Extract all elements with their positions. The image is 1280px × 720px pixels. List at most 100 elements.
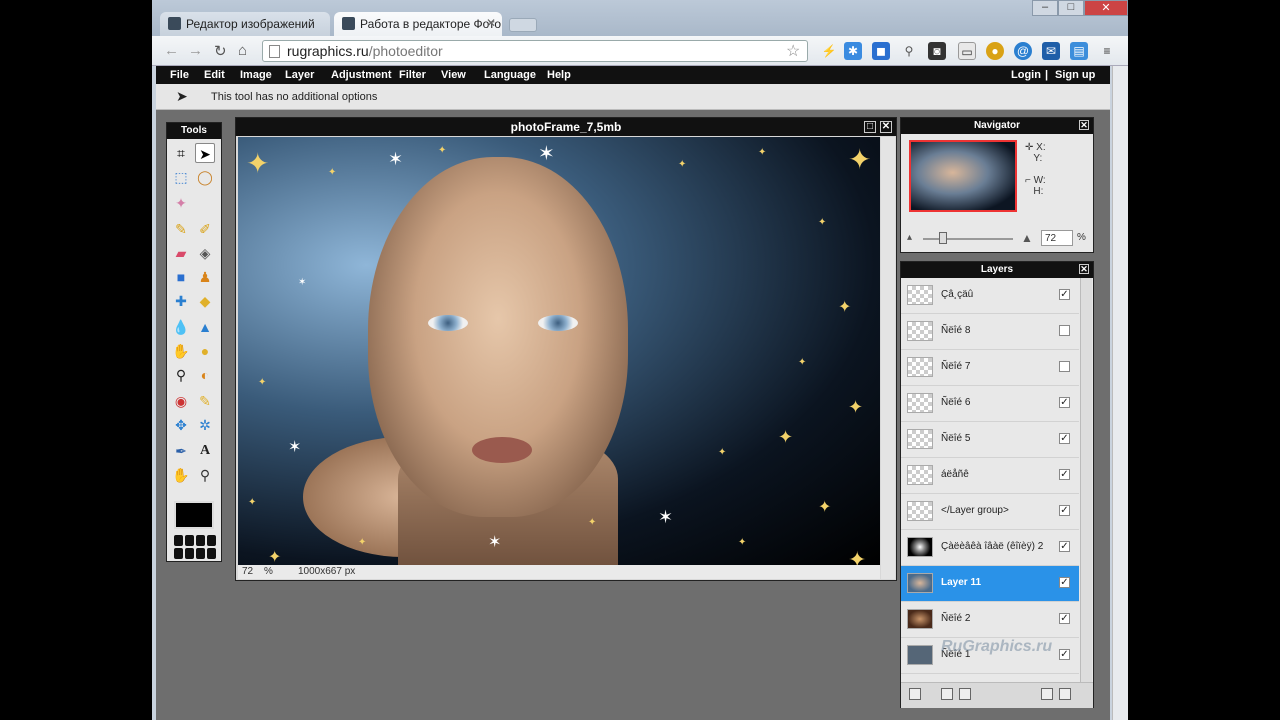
layer-settings-icon[interactable] bbox=[959, 688, 971, 700]
layer-visibility-checkbox[interactable]: ✓ bbox=[1059, 469, 1070, 480]
layer-mask-icon[interactable] bbox=[941, 688, 953, 700]
menu-view[interactable]: View bbox=[441, 69, 466, 81]
zoom-out-icon[interactable]: ▴ bbox=[907, 232, 912, 243]
marquee-tool-icon[interactable]: ⬚ bbox=[171, 167, 191, 187]
healing-tool-icon[interactable]: ✚ bbox=[171, 291, 191, 311]
menu-help[interactable]: Help bbox=[547, 69, 571, 81]
layer-row-active[interactable]: Layer 11 ✓ bbox=[901, 566, 1079, 602]
layer-row[interactable]: Ñëîé 7 bbox=[901, 350, 1079, 386]
dodge-tool-icon[interactable]: ⚲ bbox=[171, 365, 191, 385]
layer-visibility-checkbox[interactable]: ✓ bbox=[1059, 289, 1070, 300]
navigator-thumbnail[interactable] bbox=[909, 140, 1017, 212]
chart-extension-icon[interactable]: ▤ bbox=[1070, 42, 1088, 60]
red-eye-tool-icon[interactable]: ◉ bbox=[171, 391, 191, 411]
zoom-slider-knob[interactable] bbox=[939, 232, 947, 244]
brush-tool-icon[interactable]: ✐ bbox=[195, 219, 215, 239]
puzzle-extension-icon[interactable]: ✱ bbox=[844, 42, 862, 60]
address-bar[interactable]: rugraphics.ru/photoeditor bbox=[262, 40, 808, 62]
mail-extension-icon[interactable]: ✉ bbox=[1042, 42, 1060, 60]
new-tab-button[interactable] bbox=[509, 18, 537, 32]
search-icon[interactable]: ⚲ bbox=[900, 42, 918, 60]
pencil-tool-icon[interactable]: ✎ bbox=[171, 219, 191, 239]
sponge-tool-icon[interactable]: ● bbox=[195, 341, 215, 361]
lasso-tool-icon[interactable]: ◯ bbox=[195, 167, 215, 187]
layers-scrollbar[interactable] bbox=[1080, 278, 1092, 682]
replace-color-icon[interactable]: ◆ bbox=[195, 291, 215, 311]
blur-tool-icon[interactable]: 💧 bbox=[171, 317, 191, 337]
layer-row[interactable]: Çàëèâêà îâàë (êîïèÿ) 2 ✓ bbox=[901, 530, 1079, 566]
type-tool-icon[interactable]: A bbox=[195, 441, 215, 461]
layer-visibility-checkbox[interactable]: ✓ bbox=[1059, 649, 1070, 660]
zoom-in-icon[interactable]: ▲ bbox=[1021, 231, 1033, 245]
layer-row[interactable]: </Layer group> ✓ bbox=[901, 494, 1079, 530]
zoom-slider-track[interactable] bbox=[923, 238, 1013, 240]
close-window-button[interactable]: ✕ bbox=[1084, 0, 1128, 16]
layer-visibility-checkbox[interactable]: ✓ bbox=[1059, 505, 1070, 516]
stamp-tool-icon[interactable]: ♟ bbox=[195, 267, 215, 287]
close-tab-icon[interactable]: ✕ bbox=[486, 16, 496, 30]
pinch-tool-icon[interactable]: ✲ bbox=[195, 415, 215, 435]
burn-tool-icon[interactable]: ◐ bbox=[195, 365, 215, 385]
layer-visibility-checkbox[interactable] bbox=[1059, 361, 1070, 372]
zoom-input[interactable]: 72 bbox=[1041, 230, 1073, 246]
login-link[interactable]: Login bbox=[1011, 69, 1041, 81]
layer-visibility-checkbox[interactable]: ✓ bbox=[1059, 541, 1070, 552]
layer-row[interactable]: Ñëîé 8 bbox=[901, 314, 1079, 350]
layer-visibility-checkbox[interactable] bbox=[1059, 325, 1070, 336]
new-layer-icon[interactable] bbox=[1041, 688, 1053, 700]
layer-row[interactable]: áëåñê ✓ bbox=[901, 458, 1079, 494]
layer-visibility-checkbox[interactable]: ✓ bbox=[1059, 577, 1070, 588]
smudge-tool-icon[interactable]: ✋ bbox=[171, 341, 191, 361]
image-canvas[interactable]: ✦ ✦ ✶ ✦ ✶ ✦ ✦ ✦ ✦ ✦ ✦ ✦ ✦ ✦ ✦ ✶ ✦ ✦ ✦ ✶ bbox=[238, 137, 880, 565]
back-arrow-icon[interactable]: ← bbox=[164, 42, 179, 59]
signup-link[interactable]: Sign up bbox=[1055, 69, 1095, 81]
maximize-image-icon[interactable]: □ bbox=[864, 121, 876, 133]
layer-visibility-checkbox[interactable]: ✓ bbox=[1059, 397, 1070, 408]
menu-edit[interactable]: Edit bbox=[204, 69, 225, 81]
home-icon[interactable]: ⌂ bbox=[238, 42, 247, 59]
tab-image-editor[interactable]: Редактор изображений bbox=[160, 12, 330, 36]
layer-row[interactable]: Ñëîé 5 ✓ bbox=[901, 422, 1079, 458]
zoom-tool-icon[interactable]: ⚲ bbox=[195, 465, 215, 485]
sharpen-tool-icon[interactable]: ▲ bbox=[195, 317, 215, 337]
menu-layer[interactable]: Layer bbox=[285, 69, 314, 81]
menu-icon[interactable]: ≡ bbox=[1098, 42, 1116, 60]
page-scrollbar[interactable] bbox=[1112, 66, 1128, 720]
layer-styles-icon[interactable] bbox=[909, 688, 921, 700]
gradient-tool-icon[interactable]: ■ bbox=[171, 267, 191, 287]
maximize-button[interactable]: □ bbox=[1058, 0, 1084, 16]
layer-row[interactable]: Ñëîé 6 ✓ bbox=[901, 386, 1079, 422]
blue-extension-icon[interactable]: ◼ bbox=[872, 42, 890, 60]
color-swatch[interactable] bbox=[174, 501, 214, 529]
crop-tool-icon[interactable]: ⌗ bbox=[171, 143, 191, 163]
delete-layer-icon[interactable] bbox=[1059, 688, 1071, 700]
layer-row[interactable]: Çâ¸çäû ✓ bbox=[901, 278, 1079, 314]
bloat-tool-icon[interactable]: ✥ bbox=[171, 415, 191, 435]
menu-file[interactable]: File bbox=[170, 69, 189, 81]
menu-image[interactable]: Image bbox=[240, 69, 272, 81]
at-extension-icon[interactable]: @ bbox=[1014, 42, 1032, 60]
forward-arrow-icon[interactable]: → bbox=[188, 42, 203, 59]
minimize-button[interactable]: – bbox=[1032, 0, 1058, 16]
move-tool-icon[interactable]: ➤ bbox=[195, 143, 215, 163]
color-picker-icon[interactable]: ✒ bbox=[171, 441, 191, 461]
layer-visibility-checkbox[interactable]: ✓ bbox=[1059, 613, 1070, 624]
spot-heal-tool-icon[interactable]: ✎ bbox=[195, 391, 215, 411]
close-navigator-icon[interactable]: ✕ bbox=[1079, 120, 1089, 130]
hand-tool-icon[interactable]: ✋ bbox=[171, 465, 191, 485]
tab-photo-editor-work[interactable]: Работа в редакторе Фото ✕ bbox=[334, 12, 502, 36]
bookmark-star-icon[interactable]: ☆ bbox=[786, 41, 800, 61]
close-layers-icon[interactable]: ✕ bbox=[1079, 264, 1089, 274]
layer-visibility-checkbox[interactable]: ✓ bbox=[1059, 433, 1070, 444]
extra-tools-grid[interactable] bbox=[174, 535, 216, 559]
magic-wand-icon[interactable]: ✦ bbox=[171, 193, 191, 213]
menu-filter[interactable]: Filter bbox=[399, 69, 426, 81]
menu-adjustment[interactable]: Adjustment bbox=[331, 69, 392, 81]
eraser-tool-icon[interactable]: ▰ bbox=[171, 243, 191, 263]
reload-icon[interactable]: ↻ bbox=[214, 42, 227, 60]
paint-bucket-icon[interactable]: ◈ bbox=[195, 243, 215, 263]
window-extension-icon[interactable]: ▭ bbox=[958, 42, 976, 60]
close-image-icon[interactable]: ✕ bbox=[880, 121, 892, 133]
menu-language[interactable]: Language bbox=[484, 69, 536, 81]
layer-row[interactable]: Ñëîé 2 ✓ bbox=[901, 602, 1079, 638]
